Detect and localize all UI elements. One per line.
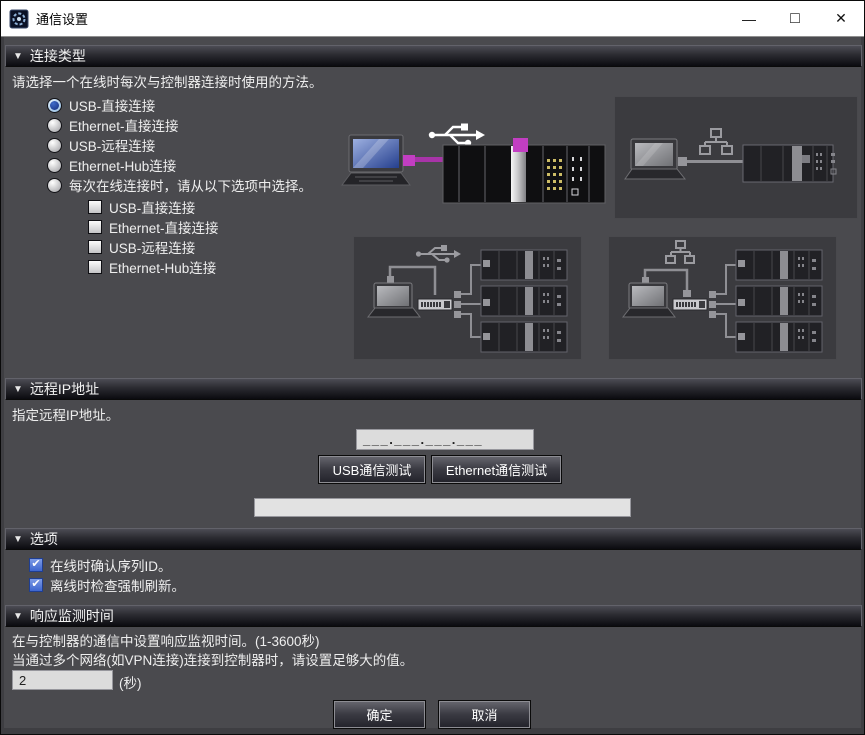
checkbox-icon [88,200,102,214]
checkbox-label: 在线时确认序列ID。 [50,555,172,575]
radio-label: USB-远程连接 [69,135,155,155]
cancel-button[interactable]: 取消 [439,701,530,728]
response-time-unit: (秒) [119,672,142,692]
radio-usb-direct[interactable]: USB-直接连接 [47,96,155,114]
radio-label: USB-直接连接 [69,95,155,115]
checkbox-icon: ✔ [29,558,43,572]
radio-label: Ethernet-直接连接 [69,115,179,135]
app-icon [9,9,29,29]
maximize-button[interactable]: □ [772,1,818,36]
checkbox-confirm-serial-id[interactable]: ✔ 在线时确认序列ID。 [29,556,172,574]
collapse-triangle-icon: ▼ [13,611,23,622]
window-frame-bottom [1,728,864,734]
communication-settings-dialog: 通信设置 — □ ✕ ▼ 连接类型 请选择一个在线时每次与控制器连接时使用的方法… [0,0,865,735]
radio-label: Ethernet-Hub连接 [69,155,176,175]
radio-select-each-time[interactable]: 每次在线连接时，请从以下选项中选择。 [47,176,312,194]
test-result-field[interactable] [254,498,631,517]
section-title-options: 选项 [30,529,58,549]
ethernet-test-button[interactable]: Ethernet通信测试 [432,456,561,483]
checkbox-usb-remote[interactable]: USB-远程连接 [88,238,195,256]
usb-test-button[interactable]: USB通信测试 [319,456,425,483]
diagram-ethernet-hub [608,236,837,360]
collapse-triangle-icon: ▼ [13,384,23,395]
section-header-remote-ip[interactable]: ▼ 远程IP地址 [5,378,862,400]
checkbox-label: USB-远程连接 [109,237,195,257]
titlebar: 通信设置 — □ ✕ [1,1,864,37]
response-time-input[interactable]: 2 [12,670,113,690]
section-header-options[interactable]: ▼ 选项 [5,528,862,550]
remote-ip-instruction: 指定远程IP地址。 [12,404,119,424]
radio-usb-remote[interactable]: USB-远程连接 [47,136,155,154]
response-time-line1: 在与控制器的通信中设置响应监视时间。(1-3600秒) [12,630,320,650]
diagram-usb-direct [339,99,611,213]
check-icon: ✔ [31,559,40,570]
radio-icon [47,118,62,133]
checkbox-usb-direct[interactable]: USB-直接连接 [88,198,195,216]
minimize-button[interactable]: — [726,1,772,36]
radio-icon [47,98,62,113]
connection-instruction: 请选择一个在线时每次与控制器连接时使用的方法。 [12,71,323,91]
section-title-connection-type: 连接类型 [30,46,86,66]
checkbox-icon [88,260,102,274]
checkbox-ethernet-hub[interactable]: Ethernet-Hub连接 [88,258,216,276]
diagram-ethernet-direct [614,96,858,219]
checkbox-label: Ethernet-直接连接 [109,217,219,237]
section-header-response-time[interactable]: ▼ 响应监测时间 [5,605,862,627]
checkbox-ethernet-direct[interactable]: Ethernet-直接连接 [88,218,219,236]
checkbox-icon: ✔ [29,578,43,592]
radio-icon [47,158,62,173]
close-button[interactable]: ✕ [818,1,864,36]
collapse-triangle-icon: ▼ [13,51,23,62]
radio-icon [47,178,62,193]
radio-ethernet-hub[interactable]: Ethernet-Hub连接 [47,156,176,174]
radio-icon [47,138,62,153]
collapse-triangle-icon: ▼ [13,534,23,545]
window-frame-left [1,37,4,734]
checkbox-label: Ethernet-Hub连接 [109,257,216,277]
ok-button[interactable]: 确定 [334,701,425,728]
response-time-line2: 当通过多个网络(如VPN连接)连接到控制器时，请设置足够大的值。 [12,649,413,669]
checkbox-label: USB-直接连接 [109,197,195,217]
diagram-usb-remote [353,236,582,360]
section-header-connection-type[interactable]: ▼ 连接类型 [5,45,862,67]
window-title: 通信设置 [36,9,88,28]
window-controls: — □ ✕ [726,1,864,36]
section-title-remote-ip: 远程IP地址 [30,379,99,399]
checkbox-label: 离线时检查强制刷新。 [50,575,185,595]
checkbox-icon [88,220,102,234]
check-icon: ✔ [31,579,40,590]
checkbox-check-forced-refresh[interactable]: ✔ 离线时检查强制刷新。 [29,576,185,594]
radio-label: 每次在线连接时，请从以下选项中选择。 [69,175,312,195]
radio-ethernet-direct[interactable]: Ethernet-直接连接 [47,116,179,134]
checkbox-icon [88,240,102,254]
remote-ip-input[interactable]: ___.___.___.___ [356,429,534,450]
section-title-response-time: 响应监测时间 [30,606,114,626]
